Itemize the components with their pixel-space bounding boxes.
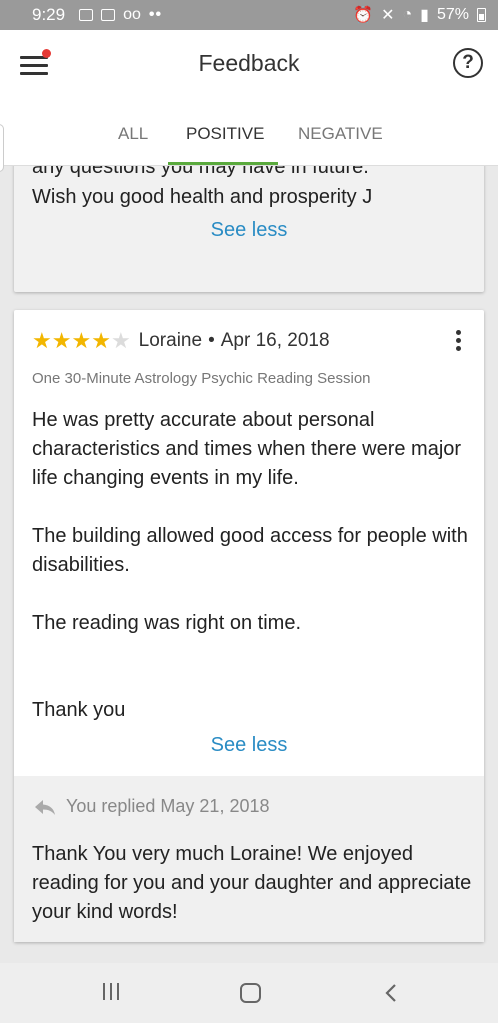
battery-percent: 57% bbox=[436, 6, 469, 23]
review-text: Wish you good health and prosperity J bbox=[32, 186, 373, 208]
more-vert-icon-dot bbox=[456, 346, 461, 351]
recents-button[interactable] bbox=[103, 983, 123, 1001]
more-notifications-icon: •• bbox=[148, 6, 163, 23]
status-bar: 9:29 oo •• ⏰ ✕ ◔ ▮ 57% bbox=[0, 0, 498, 30]
review-card: ★ ★ ★ ★ ★ Loraine • Apr 16, 2018 One 30-… bbox=[14, 310, 484, 942]
feedback-tabs: ALL POSITIVE NEGATIVE bbox=[0, 98, 498, 172]
review-paragraph: The reading was right on time. bbox=[32, 612, 302, 634]
review-paragraph: Thank you bbox=[32, 699, 126, 721]
star-filled-icon: ★ bbox=[91, 328, 111, 353]
see-less-link[interactable]: See less bbox=[14, 219, 484, 242]
app-bar: Feedback ? bbox=[0, 30, 498, 98]
home-button[interactable] bbox=[240, 983, 261, 1003]
review-paragraph: The building allowed good access for peo… bbox=[32, 525, 468, 576]
help-button[interactable]: ? bbox=[453, 48, 483, 78]
star-empty-icon: ★ bbox=[110, 328, 131, 353]
page-title: Feedback bbox=[198, 50, 300, 76]
service-name: One 30-Minute Astrology Psychic Reading … bbox=[32, 370, 371, 387]
star-filled-icon: ★ bbox=[51, 328, 72, 353]
image-icon bbox=[79, 9, 94, 21]
review-text-cut: any questions you may have in future. bbox=[32, 166, 369, 178]
more-options-button[interactable] bbox=[454, 330, 462, 352]
reply-text: Thank You very much Loraine! We enjoyed … bbox=[32, 843, 472, 923]
star-filled-icon: ★ bbox=[32, 328, 52, 353]
reply-label: You replied May 21, 2018 bbox=[66, 796, 270, 816]
recents-icon-line bbox=[117, 983, 119, 1000]
tab-positive[interactable]: POSITIVE bbox=[186, 124, 264, 144]
see-less-link[interactable]: See less bbox=[14, 734, 484, 757]
reply-arrow-icon bbox=[35, 799, 55, 815]
gallery-icon bbox=[101, 9, 116, 21]
voicemail-icon: oo bbox=[123, 6, 141, 23]
star-rating: ★ ★ ★ ★ ★ bbox=[32, 330, 131, 352]
help-icon: ? bbox=[462, 52, 474, 73]
active-tab-indicator bbox=[168, 162, 278, 165]
back-icon bbox=[385, 984, 396, 1002]
signal-icon: ▮ bbox=[420, 7, 429, 24]
more-vert-icon-dot bbox=[456, 338, 461, 343]
review-card: any questions you may have in future. Wi… bbox=[14, 166, 484, 292]
more-vert-icon bbox=[456, 330, 461, 335]
system-nav-bar bbox=[0, 963, 498, 1023]
back-button[interactable] bbox=[384, 983, 398, 1003]
separator-dot: • bbox=[208, 330, 215, 351]
recents-icon-line bbox=[110, 983, 112, 1000]
status-time: 9:29 bbox=[32, 5, 66, 24]
tab-all[interactable]: ALL bbox=[118, 124, 148, 144]
review-body: He was pretty accurate about personal ch… bbox=[32, 406, 472, 725]
reviewer-name: Loraine bbox=[138, 330, 203, 351]
review-date: Apr 16, 2018 bbox=[220, 330, 330, 351]
drawer-handle[interactable] bbox=[0, 124, 4, 172]
review-header: ★ ★ ★ ★ ★ Loraine • Apr 16, 2018 bbox=[32, 330, 330, 352]
owner-reply: You replied May 21, 2018 Thank You very … bbox=[14, 776, 484, 942]
star-filled-icon: ★ bbox=[71, 328, 92, 353]
mute-icon: ✕ bbox=[381, 7, 395, 24]
reply-header: You replied May 21, 2018 bbox=[34, 796, 269, 817]
feedback-list[interactable]: any questions you may have in future. Wi… bbox=[0, 166, 498, 963]
tab-negative[interactable]: NEGATIVE bbox=[298, 124, 383, 144]
review-paragraph: He was pretty accurate about personal ch… bbox=[32, 409, 462, 489]
wifi-icon: ◔ bbox=[402, 6, 413, 23]
battery-icon bbox=[477, 8, 486, 22]
alarm-icon: ⏰ bbox=[353, 7, 374, 24]
recents-icon bbox=[103, 983, 105, 1000]
